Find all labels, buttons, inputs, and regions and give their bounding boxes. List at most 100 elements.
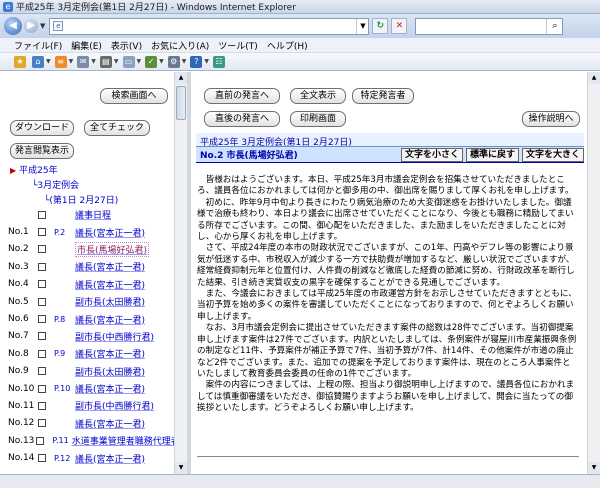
search-icon[interactable]: ⌕ bbox=[546, 18, 562, 34]
print-icon[interactable]: ▤ bbox=[99, 55, 112, 68]
home-dropdown-icon[interactable]: ▼ bbox=[46, 58, 51, 65]
row-checkbox[interactable] bbox=[38, 384, 46, 393]
menu-help[interactable]: ヘルプ(H) bbox=[267, 39, 308, 52]
list-item: No.10 P.10 議長(宮本正一君) bbox=[0, 380, 174, 397]
print-dropdown-icon[interactable]: ▼ bbox=[114, 58, 119, 65]
url-dropdown-icon[interactable]: ▼ bbox=[356, 18, 368, 34]
tools-dropdown-icon[interactable]: ▼ bbox=[182, 58, 187, 65]
history-dropdown-icon[interactable]: ▼ bbox=[40, 22, 45, 30]
row-speaker-link-selected[interactable]: 市長(馬場好弘君) bbox=[75, 241, 150, 257]
page-dropdown-icon[interactable]: ▼ bbox=[137, 58, 142, 65]
list-item: No.4 議長(宮本正一君) bbox=[0, 276, 174, 293]
menu-favorites[interactable]: お気に入り(A) bbox=[151, 39, 209, 52]
help-guide-button[interactable]: 操作説明へ bbox=[522, 111, 580, 127]
download-button[interactable]: ダウンロード bbox=[10, 120, 74, 136]
font-larger-button[interactable]: 文字を大きく bbox=[521, 147, 584, 162]
row-speaker-link[interactable]: 議長(宮本正一君) bbox=[75, 452, 145, 465]
search-screen-button[interactable]: 検索画面へ bbox=[100, 88, 168, 104]
row-speaker-link[interactable]: 副市長(太田勝君) bbox=[75, 295, 145, 308]
row-checkbox[interactable] bbox=[38, 245, 46, 254]
back-button[interactable]: ◀ bbox=[4, 17, 22, 35]
row-speaker-link[interactable]: 議長(宮本正一君) bbox=[75, 347, 145, 360]
left-scrollbar[interactable]: ▲ ▼ bbox=[174, 72, 187, 474]
row-speaker-link[interactable]: 議長(宮本正一君) bbox=[75, 260, 145, 273]
next-speech-button[interactable]: 直後の発言へ bbox=[204, 111, 280, 127]
row-speaker-link[interactable]: 議長(宮本正一君) bbox=[75, 278, 145, 291]
row-checkbox[interactable] bbox=[38, 297, 46, 306]
font-smaller-button[interactable]: 文字を小さく bbox=[400, 147, 463, 162]
row-checkbox[interactable] bbox=[38, 367, 46, 376]
speech-paragraph: さて、平成24年度の本市の財政状況でございますが、この1年、円高やデフレ等の影響… bbox=[197, 243, 575, 288]
menu-view[interactable]: 表示(V) bbox=[111, 39, 142, 52]
print-screen-button[interactable]: 印刷画面 bbox=[290, 111, 346, 127]
row-number: No.1 bbox=[8, 227, 29, 238]
font-normal-button[interactable]: 標準に戻す bbox=[465, 147, 519, 162]
safety-icon[interactable]: ✓ bbox=[145, 55, 158, 68]
home-icon[interactable]: ⌂ bbox=[32, 55, 44, 68]
row-speaker-link[interactable]: 議長(宮本正一君) bbox=[75, 382, 145, 395]
scroll-up-arrow-icon[interactable]: ▲ bbox=[175, 72, 187, 84]
menu-tools[interactable]: ツール(T) bbox=[218, 39, 258, 52]
row-speaker-link[interactable]: 副市長(太田勝君) bbox=[75, 365, 145, 378]
tools-gear-icon[interactable]: ⚙ bbox=[167, 55, 180, 68]
row-checkbox[interactable] bbox=[36, 436, 45, 445]
menu-file[interactable]: ファイル(F) bbox=[14, 39, 62, 52]
row-checkbox[interactable] bbox=[38, 262, 46, 271]
row-speaker-link[interactable]: 議長(宮本正一君) bbox=[75, 417, 145, 430]
prev-speech-button[interactable]: 直前の発言へ bbox=[204, 88, 280, 104]
row-checkbox[interactable] bbox=[38, 315, 46, 324]
row-number: No.9 bbox=[8, 366, 29, 377]
row-speaker-link[interactable]: 議長(宮本正一君) bbox=[75, 226, 145, 239]
feeds-dropdown-icon[interactable]: ▼ bbox=[69, 58, 74, 65]
tree-day[interactable]: └(第1日 2月27日) bbox=[44, 193, 118, 206]
row-checkbox[interactable] bbox=[38, 401, 46, 410]
feeds-icon[interactable]: ≡ bbox=[54, 55, 67, 68]
scroll-thumb[interactable] bbox=[176, 86, 186, 120]
research-icon[interactable]: ☷ bbox=[213, 55, 225, 68]
row-checkbox[interactable] bbox=[38, 280, 46, 289]
row-number: No.6 bbox=[8, 314, 29, 325]
favorites-star-icon[interactable]: ★ bbox=[14, 55, 26, 68]
help-dropdown-icon[interactable]: ▼ bbox=[204, 58, 209, 65]
row-number: No.5 bbox=[8, 296, 29, 307]
mail-dropdown-icon[interactable]: ▼ bbox=[91, 58, 96, 65]
row-page: P.2 bbox=[54, 227, 66, 237]
stop-icon[interactable]: ✕ bbox=[391, 18, 408, 34]
tree-year[interactable]: ▶ 平成25年 bbox=[10, 163, 58, 176]
url-input[interactable] bbox=[66, 21, 357, 31]
scroll-down-arrow-icon[interactable]: ▼ bbox=[588, 462, 600, 474]
row-speaker-link[interactable]: 水道事業管理者職務代理者( bbox=[72, 434, 184, 447]
row-checkbox[interactable] bbox=[38, 332, 46, 341]
safety-dropdown-icon[interactable]: ▼ bbox=[159, 58, 164, 65]
speech-paragraph: 皆様おはようございます。本日、平成25年3月市議会定例会を招集させていただきまし… bbox=[197, 175, 574, 197]
right-scrollbar[interactable]: ▲ ▼ bbox=[587, 72, 600, 474]
mail-icon[interactable]: ✉ bbox=[77, 55, 90, 68]
row-speaker-link[interactable]: 議事日程 bbox=[75, 208, 111, 221]
row-checkbox[interactable] bbox=[38, 210, 46, 219]
refresh-icon[interactable]: ↻ bbox=[372, 18, 389, 34]
address-bar: ◀ ▶ ▼ e ▼ ↻ ✕ ⌕ bbox=[0, 14, 600, 38]
scroll-down-arrow-icon[interactable]: ▼ bbox=[175, 462, 187, 474]
row-checkbox[interactable] bbox=[38, 228, 46, 237]
row-speaker-link[interactable]: 副市長(中西勝行君) bbox=[75, 330, 154, 343]
specific-speaker-button[interactable]: 特定発言者 bbox=[352, 88, 414, 104]
row-page: P.9 bbox=[54, 349, 66, 359]
menu-edit[interactable]: 編集(E) bbox=[71, 39, 102, 52]
window-title: 平成25年 3月定例会(第1日 2月27日) - Windows Interne… bbox=[16, 3, 296, 13]
forward-button[interactable]: ▶ bbox=[24, 19, 38, 33]
search-input[interactable] bbox=[416, 21, 547, 31]
row-checkbox[interactable] bbox=[38, 454, 46, 463]
row-speaker-link[interactable]: 議長(宮本正一君) bbox=[75, 313, 145, 326]
row-checkbox[interactable] bbox=[38, 419, 46, 428]
row-checkbox[interactable] bbox=[38, 349, 46, 358]
tree-session[interactable]: └3月定例会 bbox=[32, 178, 79, 191]
scroll-up-arrow-icon[interactable]: ▲ bbox=[588, 72, 600, 84]
check-all-button[interactable]: 全てチェック bbox=[84, 120, 150, 136]
full-view-button[interactable]: 全文表示 bbox=[290, 88, 346, 104]
search-box[interactable]: ⌕ bbox=[415, 17, 564, 35]
help-icon[interactable]: ? bbox=[190, 55, 203, 68]
speaker-view-button[interactable]: 発言閲覧表示 bbox=[10, 143, 74, 159]
row-speaker-link[interactable]: 副市長(中西勝行君) bbox=[75, 399, 154, 412]
page-menu-icon[interactable]: ▭ bbox=[122, 55, 135, 68]
url-field[interactable]: e ▼ bbox=[49, 17, 370, 35]
